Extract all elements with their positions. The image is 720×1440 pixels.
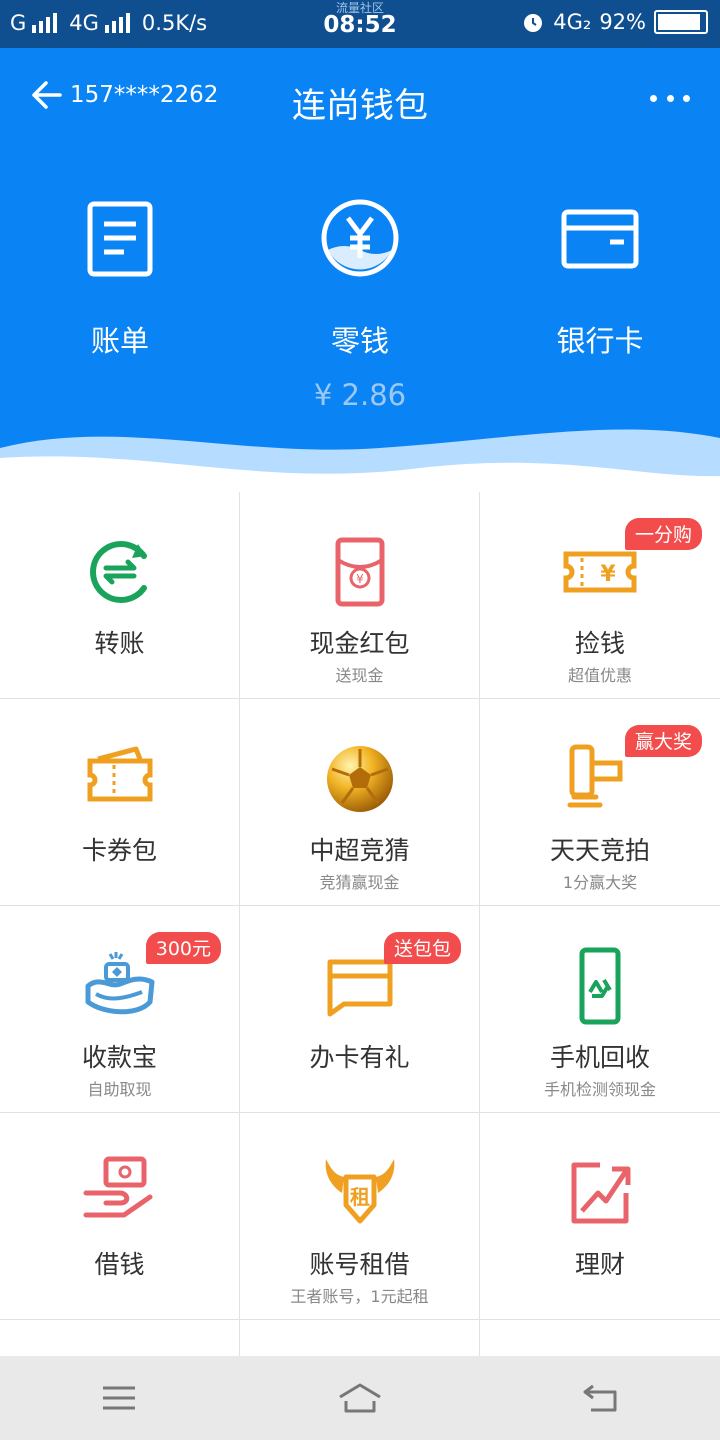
service-grid: 转账 ¥ 现金红包 送现金 ¥ 一分购 捡钱 超值优惠 卡券包 中超竞猜 竞猜赢… (0, 492, 720, 1360)
alarm-icon (524, 14, 543, 32)
grid-label: 转账 (94, 629, 145, 658)
battery-icon (654, 10, 708, 34)
grid-item-card-gift[interactable]: 送包包 办卡有礼 (240, 906, 480, 1112)
grid-label: 借钱 (94, 1250, 145, 1279)
svg-text:¥: ¥ (356, 572, 364, 586)
grid-sublabel: 自助取现 (87, 1080, 152, 1099)
status-bar: G 4G 0.5K/s 流量社区 08:52 4G₂ 92% (0, 0, 720, 48)
home-icon[interactable] (336, 1381, 384, 1415)
grid-item-coupon-wallet[interactable]: 卡券包 (0, 699, 240, 905)
grid-sublabel: 超值优惠 (567, 666, 632, 685)
grid-sublabel: 王者账号，1元起租 (290, 1287, 429, 1306)
battery-percent: 92% (599, 10, 646, 34)
menu-icon[interactable] (99, 1383, 139, 1413)
change-label: 零钱 (330, 324, 389, 358)
grid-label: 账号租借 (309, 1250, 410, 1279)
grid-label: 办卡有礼 (309, 1043, 410, 1072)
promo-badge: 300元 (145, 932, 221, 964)
system-indicators: 4G₂ 92% (521, 10, 708, 34)
promo-badge: 一分购 (624, 518, 702, 550)
change-entry[interactable]: 零钱 ¥ 2.86 (240, 198, 480, 412)
bank-card-icon (561, 209, 639, 269)
grid-filler-cell (240, 1320, 480, 1360)
grid-item-transfer[interactable]: 转账 (0, 492, 240, 698)
grid-filler-cell (480, 1320, 720, 1360)
red-packet-icon: ¥ (335, 537, 385, 607)
grid-item-pick-money[interactable]: ¥ 一分购 捡钱 超值优惠 (480, 492, 720, 698)
svg-text:租: 租 (350, 1185, 370, 1209)
promo-badge: 送包包 (383, 932, 461, 964)
borrow-hand-icon (83, 1156, 153, 1218)
system-navigation-bar (0, 1356, 720, 1440)
transfer-icon (90, 541, 147, 603)
phone-recycle-icon (579, 947, 621, 1025)
rent-wings-icon: 租 (325, 1159, 395, 1224)
grid-item-phone-recycle[interactable]: 手机回收 手机检测领现金 (480, 906, 720, 1112)
grid-item-daily-auction[interactable]: 赢大奖 天天竞拍 1分赢大奖 (480, 699, 720, 905)
change-balance: ¥ 2.86 (313, 378, 407, 412)
svg-text:¥: ¥ (600, 562, 616, 587)
page-title: 连尚钱包 (292, 86, 428, 126)
grid-item-borrow[interactable]: 借钱 (0, 1113, 240, 1319)
trend-chart-icon (571, 1162, 631, 1224)
grid-label: 天天竞拍 (549, 836, 650, 865)
grid-item-payment-treasure[interactable]: 300元 收款宝 自助取现 (0, 906, 240, 1112)
bank-card-label: 银行卡 (556, 324, 644, 358)
grid-filler-cell (0, 1320, 240, 1360)
coupon-icon (87, 746, 153, 802)
grid-sublabel: 手机检测领现金 (543, 1080, 656, 1099)
bill-entry[interactable]: 账单 (0, 198, 240, 360)
grid-item-wealth[interactable]: 理财 (480, 1113, 720, 1319)
grid-label: 卡券包 (81, 836, 157, 865)
wallet-header: 157****2262 连尚钱包 账单 零钱 ¥ 2.86 银行卡 (0, 48, 720, 508)
network-type: 4G₂ (553, 10, 592, 34)
yuan-coin-icon (321, 199, 399, 277)
grid-sublabel: 送现金 (335, 666, 384, 685)
grid-label: 手机回收 (549, 1043, 650, 1072)
grid-sublabel: 1分赢大奖 (562, 873, 638, 892)
bill-icon (87, 201, 153, 277)
grid-label: 收款宝 (81, 1043, 157, 1072)
bill-label: 账单 (90, 324, 149, 358)
grid-item-cash-red-packet[interactable]: ¥ 现金红包 送现金 (240, 492, 480, 698)
soccer-ball-icon (327, 746, 393, 812)
back-nav-icon[interactable] (581, 1382, 621, 1414)
grid-label: 现金红包 (309, 629, 410, 658)
bank-card-entry[interactable]: 银行卡 (480, 198, 720, 360)
more-menu-button[interactable] (650, 78, 690, 118)
grid-label: 捡钱 (574, 629, 625, 658)
grid-label: 理财 (574, 1250, 625, 1279)
grid-label: 中超竞猜 (309, 836, 410, 865)
grid-sublabel: 竞猜赢现金 (319, 873, 400, 892)
promo-badge: 赢大奖 (624, 725, 702, 757)
grid-item-account-rent[interactable]: 租 账号租借 王者账号，1元起租 (240, 1113, 480, 1319)
grid-item-csl-guess[interactable]: 中超竞猜 竞猜赢现金 (240, 699, 480, 905)
